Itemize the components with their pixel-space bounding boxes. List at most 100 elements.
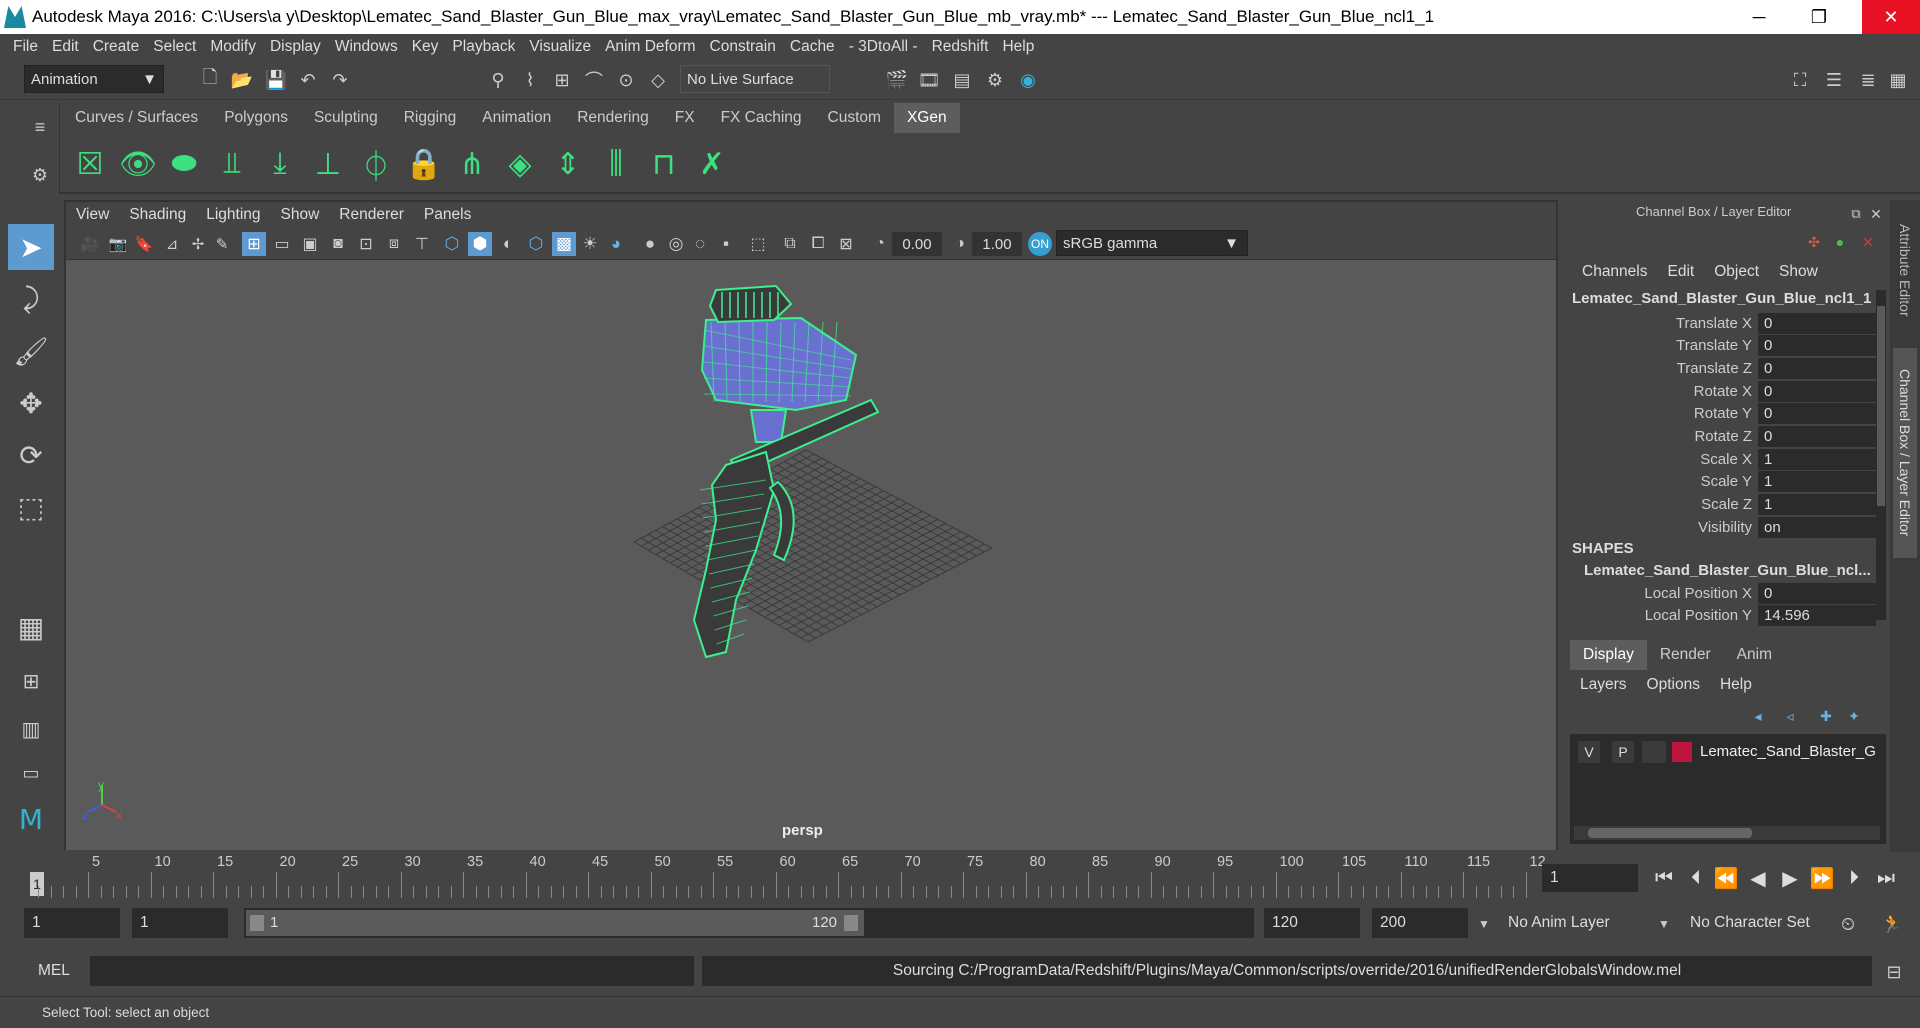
ipr-render-icon[interactable]: ▤ <box>950 68 974 92</box>
layer-tab-render[interactable]: Render <box>1647 640 1724 670</box>
attribute-editor-side-tab[interactable]: Attribute Editor <box>1893 210 1917 330</box>
2d-pan-zoom-icon[interactable]: ✢ <box>186 232 210 256</box>
attribute-value-field[interactable]: 0 <box>1758 380 1876 402</box>
attribute-value-field[interactable]: 0 <box>1758 312 1876 334</box>
menu-create[interactable]: Create <box>93 38 140 56</box>
panel-menu-lighting[interactable]: Lighting <box>206 206 260 224</box>
chevron-down-icon[interactable]: ▼ <box>1652 912 1676 936</box>
camera-attributes-icon[interactable]: 📷 <box>106 232 130 256</box>
attribute-row[interactable]: Local Position Y 14.596 <box>1572 605 1890 627</box>
image-plane-icon[interactable]: ⊿ <box>160 232 184 256</box>
layer-playback-toggle[interactable]: P <box>1612 741 1634 763</box>
attribute-value-field[interactable]: 1 <box>1758 448 1876 470</box>
panel-menu-shading[interactable]: Shading <box>129 206 186 224</box>
go-to-start-icon[interactable]: ⏮ <box>1652 866 1676 890</box>
outliner-layout-icon[interactable]: ▥ <box>8 706 54 752</box>
menu-modify[interactable]: Modify <box>210 38 256 56</box>
close-button[interactable]: ✕ <box>1862 0 1920 34</box>
go-to-end-icon[interactable]: ⏭ <box>1874 866 1898 890</box>
character-set-dropdown[interactable]: No Character Set <box>1682 908 1822 938</box>
attribute-row[interactable]: Scale Y 1 <box>1572 471 1890 493</box>
tool-settings-toggle-icon[interactable]: ≣ <box>1856 68 1880 92</box>
snap-surface-icon[interactable]: ◇ <box>646 68 670 92</box>
hypershade-icon[interactable]: ◉ <box>1016 68 1040 92</box>
shelf-tab-animation[interactable]: Animation <box>469 103 564 133</box>
open-scene-icon[interactable]: 📂 <box>230 68 254 92</box>
attribute-row[interactable]: Visibility on <box>1572 516 1890 538</box>
select-lasso-icon[interactable]: ⌇ <box>518 68 542 92</box>
play-forwards-icon[interactable]: ▶ <box>1778 866 1802 890</box>
auto-key-icon[interactable]: ⏲ <box>1836 912 1860 936</box>
exposure-icon[interactable]: ◔ <box>868 232 892 256</box>
xgen-bend-guide-icon[interactable]: ⇕ <box>546 140 590 188</box>
undo-icon[interactable]: ↶ <box>296 68 320 92</box>
attribute-value-field[interactable]: 1 <box>1758 471 1876 493</box>
xgen-add-guide-point-icon[interactable]: ⊥ <box>306 140 350 188</box>
layout-options-icon[interactable]: ▭ <box>8 750 54 796</box>
safe-title-icon[interactable]: ⊤ <box>410 232 434 256</box>
xgen-editor-icon[interactable]: ☒ <box>68 140 112 188</box>
menu-select[interactable]: Select <box>153 38 196 56</box>
layer-row[interactable]: V P Lematec_Sand_Blaster_G <box>1570 740 1886 764</box>
cb-menu-object[interactable]: Object <box>1714 263 1759 281</box>
layer-tab-display[interactable]: Display <box>1570 640 1647 670</box>
menu-file[interactable]: File <box>13 38 38 56</box>
script-editor-icon[interactable]: ⊟ <box>1882 960 1906 984</box>
default-material-icon[interactable]: ◐ <box>496 232 520 256</box>
channel-box-side-tab[interactable]: Channel Box / Layer Editor <box>1893 348 1917 558</box>
new-layer-selected-icon[interactable]: ✦ <box>1842 704 1866 728</box>
step-forward-frame-icon[interactable]: ⏵ <box>1842 866 1866 890</box>
menu-display[interactable]: Display <box>270 38 321 56</box>
redo-icon[interactable]: ↷ <box>328 68 352 92</box>
xgen-preview-eye-icon[interactable]: 👁 <box>116 140 160 188</box>
xgen-guide-to-curve-icon[interactable]: ⫼ <box>594 140 638 188</box>
screen-space-ao-icon[interactable]: ● <box>638 232 662 256</box>
gamma-field[interactable]: 1.00 <box>972 232 1022 256</box>
render-view-icon[interactable]: 🎬 <box>885 68 909 92</box>
render-settings-icon[interactable]: ⚙ <box>983 68 1007 92</box>
layer-name[interactable]: Lematec_Sand_Blaster_G <box>1700 743 1876 760</box>
move-layer-down-icon[interactable]: ◃ <box>1778 704 1802 728</box>
cb-menu-show[interactable]: Show <box>1779 263 1818 281</box>
menu-visualize[interactable]: Visualize <box>529 38 591 56</box>
snap-grid-icon[interactable]: ⊞ <box>550 68 574 92</box>
clear-icon[interactable]: ✕ <box>1856 230 1880 254</box>
paint-select-tool-icon[interactable]: 🖌 <box>8 328 54 374</box>
motion-blur-icon[interactable]: ◎ <box>664 232 688 256</box>
anim-layer-dropdown[interactable]: No Anim Layer <box>1500 908 1660 938</box>
attribute-value-field[interactable]: 14.596 <box>1758 605 1876 627</box>
menu-3dtoall[interactable]: - 3DtoAll - <box>849 38 918 56</box>
panel-menu-renderer[interactable]: Renderer <box>339 206 404 224</box>
range-slider[interactable]: 1 120 <box>244 908 1254 938</box>
grid-toggle-icon[interactable]: ⊞ <box>242 232 266 256</box>
play-backwards-icon[interactable]: ◀ <box>1746 866 1770 890</box>
layer-list-scroll-thumb[interactable] <box>1588 828 1752 838</box>
range-end-handle[interactable] <box>844 915 858 931</box>
select-by-hierarchy-icon[interactable]: ⚲ <box>486 68 510 92</box>
new-layer-icon[interactable]: ✚ <box>1814 704 1838 728</box>
gate-mask-icon[interactable]: ◙ <box>326 232 350 256</box>
wireframe-icon[interactable]: ⬡ <box>440 232 464 256</box>
layer-visibility-toggle[interactable]: V <box>1578 741 1600 763</box>
rotate-tool-icon[interactable]: ⟳ <box>8 432 54 478</box>
attribute-row[interactable]: Local Position X 0 <box>1572 582 1890 604</box>
shelf-tab-fx[interactable]: FX <box>662 103 708 133</box>
playback-end-field[interactable]: 120 <box>1264 908 1360 938</box>
panel-menu-view[interactable]: View <box>76 206 109 224</box>
current-time-field[interactable]: 1 <box>1542 864 1638 892</box>
minimize-button[interactable]: ─ <box>1730 0 1788 34</box>
attribute-row[interactable]: Translate X 0 <box>1572 312 1890 334</box>
move-layer-up-icon[interactable]: ◂ <box>1746 704 1770 728</box>
render-frame-icon[interactable]: 🎞 <box>917 68 941 92</box>
modeling-toolkit-icon[interactable]: ⛶ <box>1788 68 1812 92</box>
xgen-groom-icon[interactable]: ◈ <box>498 140 542 188</box>
menu-windows[interactable]: Windows <box>335 38 398 56</box>
menu-cache[interactable]: Cache <box>790 38 835 56</box>
step-back-key-icon[interactable]: ⏪ <box>1714 866 1739 890</box>
menu-redshift[interactable]: Redshift <box>932 38 989 56</box>
save-scene-icon[interactable]: 💾 <box>264 68 288 92</box>
command-input[interactable] <box>90 956 694 986</box>
depth-of-field-icon[interactable]: ▪ <box>714 232 738 256</box>
xgen-sculpt-guide-icon[interactable]: ⤓ <box>258 140 302 188</box>
xgen-add-guide-icon[interactable]: ⫫ <box>210 140 254 188</box>
